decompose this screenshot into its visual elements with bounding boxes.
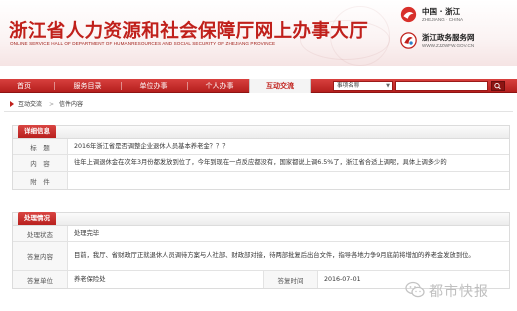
search-icon	[494, 82, 501, 90]
nav-item-service-catalog[interactable]: 服务目录	[60, 79, 115, 93]
site-title: 浙江省人力资源和社会保障厅网上办事大厅	[9, 21, 369, 42]
brand-name: 浙江政务服务网	[422, 33, 475, 42]
handling-status: 处理完毕	[74, 229, 100, 237]
handling-row-status: 处理状态 处理完毕	[13, 226, 509, 242]
nav-item-home[interactable]: 首页	[0, 79, 48, 93]
search-category-value: 事项名称	[337, 83, 360, 89]
field-label: 处理状态	[13, 226, 68, 241]
field-label: 答复单位	[13, 271, 68, 288]
zjzwfw-logo[interactable]: 浙江政务服务网 WWW.ZJZWFW.GOV.CN	[400, 30, 510, 52]
site-subtitle: ONLINE SERVICE HALL OF DEPARTMENT OF HUM…	[10, 41, 276, 46]
detail-row-content: 内 容 往年上调退休金在次年3月份都发放到位了，今年到现在一点反应都没有，国家都…	[13, 155, 509, 172]
nav-divider	[187, 82, 188, 90]
nav-item-interaction[interactable]: 互动交流	[249, 79, 311, 93]
handling-panel-header: 处理情况	[13, 212, 509, 226]
government-service-icon	[400, 32, 417, 49]
brand-subname: ZHEJIANG · CHINA	[422, 17, 464, 22]
field-label: 内 容	[13, 155, 68, 171]
breadcrumb-separator: >	[49, 101, 55, 108]
attachment-value	[74, 172, 505, 189]
search-category-select[interactable]: 事项名称 ▼	[333, 81, 393, 91]
chevron-down-icon: ▼	[386, 83, 390, 89]
field-label: 答复内容	[13, 242, 68, 270]
details-panel: 详细信息 标 题 2016年浙江省是否调整企业退休人员基本养老金？？？ 内 容 …	[12, 125, 510, 190]
search-button[interactable]	[491, 81, 505, 91]
section-title: 处理情况	[18, 212, 56, 225]
letter-content: 往年上调退休金在次年3月份都发放到位了，今年到现在一点反应都没有，国家都说上调6…	[74, 159, 447, 166]
breadcrumb-current: 信件内容	[59, 101, 84, 108]
brand-name: 中国 · 浙江	[422, 7, 461, 16]
location-arrow-icon	[10, 101, 14, 107]
field-label: 标 题	[13, 139, 68, 154]
letter-title: 2016年浙江省是否调整企业退休人员基本养老金？？？	[74, 142, 229, 150]
nav-divider	[121, 82, 122, 90]
zhejiang-emblem-icon	[400, 6, 417, 23]
field-label: 答复时间	[263, 271, 318, 288]
breadcrumb-link-interaction[interactable]: 互动交流	[18, 99, 42, 110]
watermark-text: 都市快报	[429, 284, 489, 300]
reply-content: 目前，我厅、省财政厅正就退休人员调待方案与人社部、财政部对接，待两部批复后出台文…	[74, 252, 475, 259]
handling-row-reply: 答复内容 目前，我厅、省财政厅正就退休人员调待方案与人社部、财政部对接，待两部批…	[13, 242, 509, 271]
wechat-icon	[405, 281, 425, 298]
watermark: 都市快报	[405, 278, 515, 304]
brand-subname: WWW.ZJZWFW.GOV.CN	[422, 43, 475, 48]
details-panel-header: 详细信息	[13, 125, 509, 139]
breadcrumb: 互动交流 > 信件内容	[4, 97, 513, 112]
section-title: 详细信息	[18, 125, 56, 138]
nav-item-personal-services[interactable]: 个人办事	[192, 79, 247, 93]
field-label: 附 件	[13, 172, 68, 189]
header-banner: 浙江省人力资源和社会保障厅网上办事大厅 ONLINE SERVICE HALL …	[0, 0, 517, 66]
search-input[interactable]	[395, 81, 488, 91]
nav-item-unit-services[interactable]: 单位办事	[126, 79, 181, 93]
zhejiang-china-logo[interactable]: 中国 · 浙江 ZHEJIANG · CHINA	[400, 4, 510, 26]
nav-divider	[54, 82, 55, 90]
detail-row-attachment: 附 件	[13, 172, 509, 189]
detail-row-title: 标 题 2016年浙江省是否调整企业退休人员基本养老金？？？	[13, 139, 509, 155]
reply-time: 2016-07-01	[324, 276, 361, 283]
reply-unit: 养老保险处	[74, 275, 106, 283]
